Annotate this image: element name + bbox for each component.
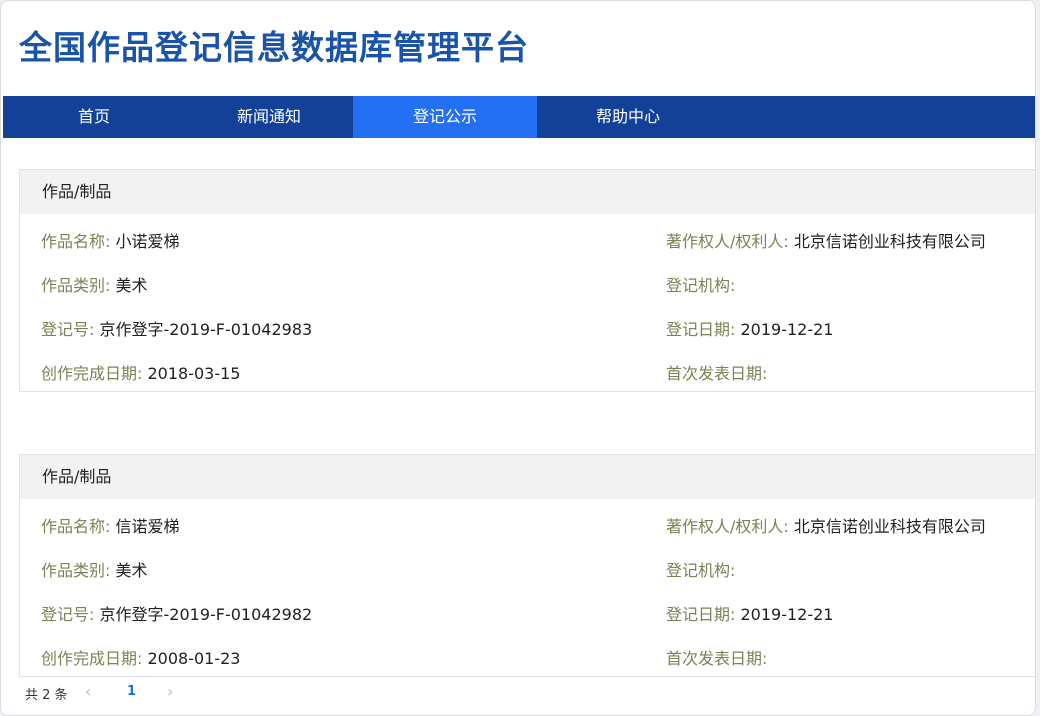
work-type-field: 作品类别: 美术 — [41, 272, 148, 296]
reg-date-field: 登记日期: 2019-12-21 — [666, 601, 833, 625]
nav-news[interactable]: 新闻通知 — [185, 96, 353, 138]
owner-field: 著作权人/权利人: 北京信诺创业科技有限公司 — [666, 513, 986, 537]
publish-date-field: 首次发表日期: — [666, 360, 767, 384]
record-card: 作品/制品 作品名称: 信诺爱梯 作品类别: 美术 登记号: 京作登字-2019… — [19, 454, 1035, 677]
site-title: 全国作品登记信息数据库管理平台 — [19, 28, 529, 67]
reg-no-field: 登记号: 京作登字-2019-F-01042982 — [41, 601, 312, 625]
work-name-label: 作品名称: — [41, 517, 111, 536]
work-type-field: 作品类别: 美术 — [41, 557, 148, 581]
total-count: 共 2 条 — [25, 688, 68, 703]
record-category: 作品/制品 — [20, 170, 1035, 214]
created-date-field: 创作完成日期: 2018-03-15 — [41, 360, 240, 384]
work-type-value: 美术 — [115, 561, 148, 580]
work-type-value: 美术 — [115, 276, 148, 295]
record-category: 作品/制品 — [20, 455, 1035, 499]
nav-home[interactable]: 首页 — [3, 96, 185, 138]
nav-help-center[interactable]: 帮助中心 — [537, 96, 719, 138]
nav-registration-notice[interactable]: 登记公示 — [353, 96, 537, 138]
created-date-value: 2018-03-15 — [147, 364, 241, 383]
owner-label: 著作权人/权利人: — [666, 232, 789, 251]
publish-date-label: 首次发表日期: — [666, 364, 768, 383]
agency-label: 登记机构: — [666, 276, 736, 295]
created-date-label: 创作完成日期: — [41, 364, 143, 383]
created-date-field: 创作完成日期: 2008-01-23 — [41, 645, 240, 669]
reg-no-label: 登记号: — [41, 320, 95, 339]
next-page-icon[interactable]: › — [167, 682, 173, 701]
reg-no-field: 登记号: 京作登字-2019-F-01042983 — [41, 316, 312, 340]
publish-date-label: 首次发表日期: — [666, 649, 768, 668]
owner-value: 北京信诺创业科技有限公司 — [793, 232, 986, 251]
work-name-value: 小诺爱梯 — [115, 232, 180, 251]
work-type-label: 作品类别: — [41, 561, 111, 580]
reg-date-value: 2019-12-21 — [740, 605, 834, 624]
reg-no-label: 登记号: — [41, 605, 95, 624]
reg-date-label: 登记日期: — [666, 605, 736, 624]
reg-no-value: 京作登字-2019-F-01042982 — [99, 605, 313, 624]
page-1-button[interactable]: 1 — [127, 684, 136, 699]
created-date-label: 创作完成日期: — [41, 649, 143, 668]
work-name-value: 信诺爱梯 — [115, 517, 180, 536]
reg-date-value: 2019-12-21 — [740, 320, 834, 339]
record-card: 作品/制品 作品名称: 小诺爱梯 作品类别: 美术 登记号: 京作登字-2019… — [19, 169, 1035, 392]
work-name-label: 作品名称: — [41, 232, 111, 251]
agency-field: 登记机构: — [666, 557, 735, 581]
agency-label: 登记机构: — [666, 561, 736, 580]
publish-date-field: 首次发表日期: — [666, 645, 767, 669]
created-date-value: 2008-01-23 — [147, 649, 241, 668]
owner-value: 北京信诺创业科技有限公司 — [793, 517, 986, 536]
work-type-label: 作品类别: — [41, 276, 111, 295]
reg-date-field: 登记日期: 2019-12-21 — [666, 316, 833, 340]
work-name-field: 作品名称: 信诺爱梯 — [41, 513, 180, 537]
agency-field: 登记机构: — [666, 272, 735, 296]
main-nav: 首页 新闻通知 登记公示 帮助中心 — [3, 96, 1035, 138]
reg-no-value: 京作登字-2019-F-01042983 — [99, 320, 313, 339]
owner-field: 著作权人/权利人: 北京信诺创业科技有限公司 — [666, 228, 986, 252]
owner-label: 著作权人/权利人: — [666, 517, 789, 536]
prev-page-icon[interactable]: ‹ — [85, 682, 91, 701]
browser-window: 全国作品登记信息数据库管理平台 首页 新闻通知 登记公示 帮助中心 作品/制品 … — [0, 0, 1036, 716]
reg-date-label: 登记日期: — [666, 320, 736, 339]
work-name-field: 作品名称: 小诺爱梯 — [41, 228, 180, 252]
